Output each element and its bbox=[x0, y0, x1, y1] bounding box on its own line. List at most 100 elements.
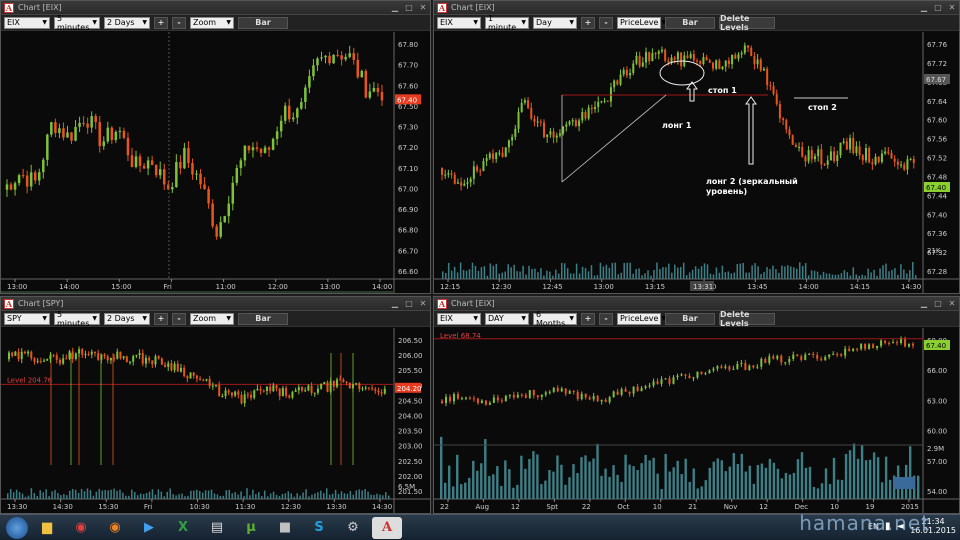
eix-5min-candle bbox=[287, 105, 291, 120]
zoom-out-button[interactable]: - bbox=[599, 312, 613, 325]
price-chart[interactable]: 67.7667.7267.6867.6467.6067.5667.5267.48… bbox=[434, 32, 959, 293]
minimize-icon[interactable]: ▁ bbox=[917, 299, 931, 308]
maximize-icon[interactable]: □ bbox=[931, 3, 945, 12]
eix-5min-candle bbox=[227, 203, 231, 217]
zoom-in-button[interactable]: + bbox=[581, 16, 595, 29]
mode-select[interactable]: Zoom ▼ bbox=[190, 16, 234, 29]
range-select[interactable]: 6 Months ▼ bbox=[533, 310, 577, 328]
volume-bar bbox=[468, 477, 471, 499]
eix-daily-candle bbox=[452, 394, 455, 402]
zoom-out-button[interactable]: - bbox=[599, 16, 613, 29]
maximize-icon[interactable]: □ bbox=[931, 299, 945, 308]
volume-bar bbox=[691, 269, 694, 279]
interval-select[interactable]: 5 minutes ▼ bbox=[54, 310, 100, 328]
range-select[interactable]: 2 Days ▼ bbox=[104, 16, 150, 29]
eix-5min-candle bbox=[283, 105, 287, 121]
film-icon[interactable]: ▤ bbox=[202, 517, 232, 539]
eix-daily-candle bbox=[572, 391, 575, 393]
volume-bar bbox=[626, 262, 628, 279]
eix-5min-candle bbox=[183, 147, 186, 169]
close-icon[interactable]: ✕ bbox=[416, 3, 430, 12]
price-chart[interactable]: 67.8067.7067.6067.5067.3067.2067.1067.00… bbox=[1, 32, 430, 293]
eix-daily-candle bbox=[676, 375, 679, 378]
interval-select[interactable]: 5 minutes ▼ bbox=[54, 14, 100, 32]
delete-levels-button[interactable]: Delete Levels bbox=[719, 310, 775, 328]
bar-button[interactable]: Bar bbox=[238, 312, 288, 325]
window-titlebar[interactable]: A Chart [EIX] ▁ □ ✕ bbox=[434, 297, 959, 311]
minimize-icon[interactable]: ▁ bbox=[388, 299, 402, 308]
price-tick-label: 67.64 bbox=[927, 98, 948, 106]
mode-value: PriceLeve bbox=[620, 18, 659, 27]
eix-daily-candle bbox=[536, 395, 539, 397]
chrome-icon[interactable]: ◉ bbox=[66, 517, 96, 539]
zoom-in-button[interactable]: + bbox=[581, 312, 595, 325]
eix-daily-candle bbox=[688, 375, 691, 379]
zoom-in-button[interactable]: + bbox=[154, 312, 168, 325]
eix-1min-candle bbox=[868, 147, 871, 163]
zoom-in-button[interactable]: + bbox=[154, 16, 168, 29]
media-player-icon[interactable]: ▶ bbox=[134, 517, 164, 539]
bar-button[interactable]: Bar bbox=[665, 312, 715, 325]
eix-5min-candle bbox=[312, 65, 315, 77]
eix-5min-candle bbox=[336, 54, 339, 56]
excel-icon[interactable]: X bbox=[168, 517, 198, 539]
symbol-select[interactable]: EIX ▼ bbox=[437, 312, 481, 325]
minimize-icon[interactable]: ▁ bbox=[388, 3, 402, 12]
price-tick-label: 66.70 bbox=[398, 247, 418, 255]
volume-bar bbox=[742, 262, 744, 279]
range-select[interactable]: 2 Days ▼ bbox=[104, 312, 150, 325]
utorrent-icon[interactable]: µ bbox=[236, 517, 266, 539]
symbol-select[interactable]: SPY ▼ bbox=[4, 312, 50, 325]
volume-bar bbox=[540, 268, 542, 279]
mode-select[interactable]: PriceLeve ▼ bbox=[617, 312, 666, 325]
price-chart[interactable]: 69.0066.0063.0060.0057.0054.0022Aug12Spt… bbox=[434, 328, 959, 513]
interval-select[interactable]: 1 minute ▼ bbox=[485, 14, 529, 32]
app-icon[interactable]: ■ bbox=[270, 517, 300, 539]
bar-button[interactable]: Bar bbox=[238, 16, 288, 29]
symbol-select[interactable]: EIX ▼ bbox=[437, 16, 481, 29]
zoom-out-button[interactable]: - bbox=[172, 16, 186, 29]
eix-daily-candle bbox=[544, 392, 547, 395]
zoom-out-button[interactable]: - bbox=[172, 312, 186, 325]
maximize-icon[interactable]: □ bbox=[402, 299, 416, 308]
delete-levels-button[interactable]: Delete Levels bbox=[719, 14, 775, 32]
symbol-select[interactable]: EIX ▼ bbox=[4, 16, 50, 29]
volume-bar bbox=[187, 495, 189, 499]
maximize-icon[interactable]: □ bbox=[402, 3, 416, 12]
folder-icon[interactable]: ▆ bbox=[32, 517, 62, 539]
eix-daily-candle bbox=[608, 397, 611, 403]
tools-icon[interactable]: ⚙ bbox=[338, 517, 368, 539]
close-icon[interactable]: ✕ bbox=[416, 299, 430, 308]
price-tick-label: 67.52 bbox=[927, 155, 947, 163]
time-tick-label: 14:00 bbox=[59, 283, 79, 291]
eix-1min-candle bbox=[463, 183, 466, 186]
skype-icon[interactable]: S bbox=[304, 517, 334, 539]
start-button[interactable] bbox=[6, 516, 28, 539]
interval-select[interactable]: DAY ▼ bbox=[485, 312, 529, 325]
volume-bar bbox=[216, 494, 219, 499]
eix-1min-candle bbox=[833, 151, 836, 161]
time-tick-label: 12:30 bbox=[491, 283, 511, 291]
trading-app-icon[interactable]: A bbox=[372, 516, 402, 539]
eix-1min-candle bbox=[852, 137, 855, 154]
close-icon[interactable]: ✕ bbox=[945, 299, 959, 308]
firefox-icon[interactable]: ◉ bbox=[100, 517, 130, 539]
symbol-value: EIX bbox=[7, 18, 20, 27]
bar-button[interactable]: Bar bbox=[665, 16, 715, 29]
price-tick-label: 67.80 bbox=[398, 41, 418, 49]
volume-bar bbox=[450, 270, 453, 279]
volume-bar bbox=[588, 461, 591, 499]
range-select[interactable]: Day ▼ bbox=[533, 16, 577, 29]
eix-1min-candle bbox=[447, 173, 450, 175]
chevron-down-icon: ▼ bbox=[142, 19, 147, 26]
mode-select[interactable]: PriceLeve ▼ bbox=[617, 16, 666, 29]
eix-1min-candle bbox=[543, 122, 546, 138]
minimize-icon[interactable]: ▁ bbox=[917, 3, 931, 12]
volume-bar bbox=[325, 488, 328, 499]
price-chart[interactable]: 206.50206.00205.50205.00204.50204.00203.… bbox=[1, 328, 430, 513]
spy-5min-candle bbox=[78, 349, 81, 354]
mode-select[interactable]: Zoom ▼ bbox=[190, 312, 234, 325]
close-icon[interactable]: ✕ bbox=[945, 3, 959, 12]
volume-bar bbox=[730, 273, 733, 279]
volume-bar bbox=[284, 493, 287, 499]
